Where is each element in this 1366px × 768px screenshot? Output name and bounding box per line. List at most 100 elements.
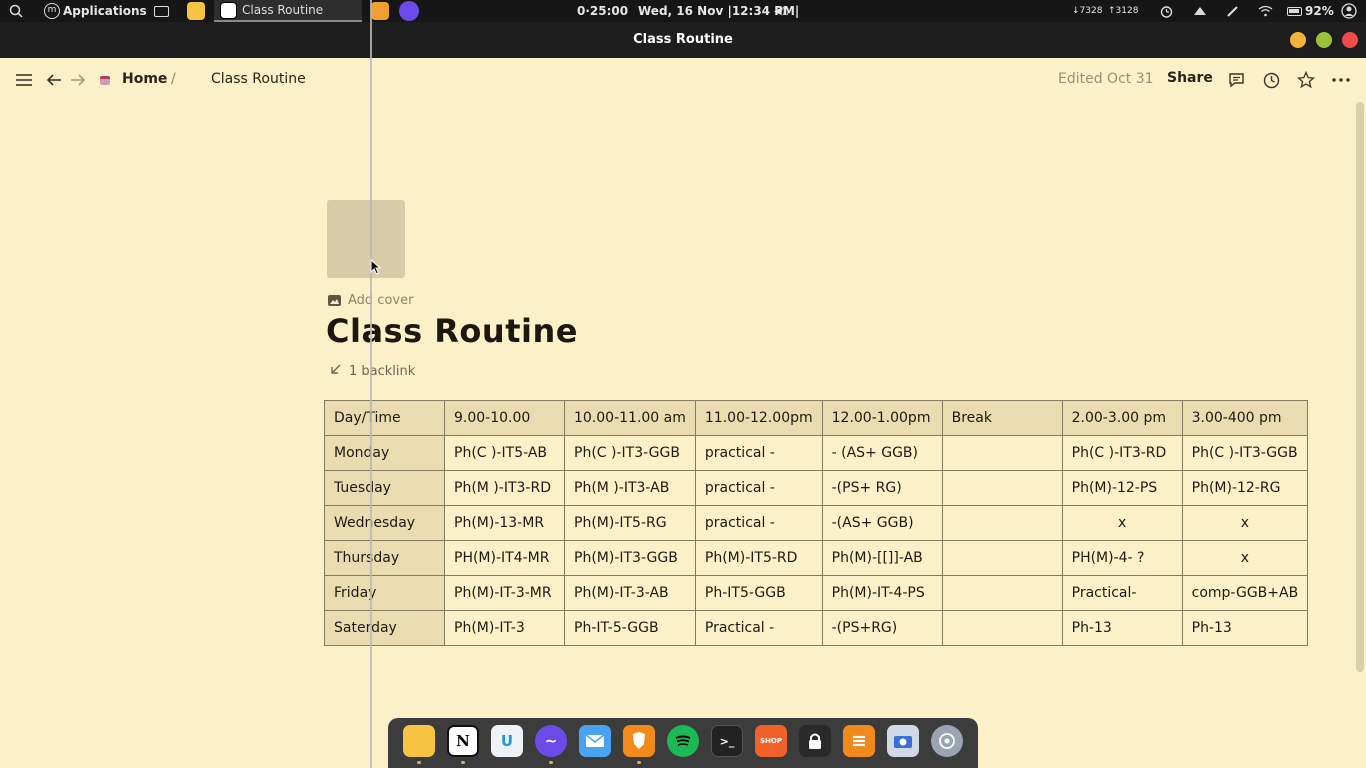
table-cell[interactable]: Practical- xyxy=(1061,575,1183,611)
table-cell[interactable]: -(AS+ GGB) xyxy=(821,505,943,541)
header-cell[interactable]: Break xyxy=(941,400,1063,436)
table-cell[interactable]: Ph(M)-IT-3-AB xyxy=(564,575,696,611)
user-avatar-icon[interactable] xyxy=(1341,0,1357,22)
taskbar-active-window[interactable]: Class Routine xyxy=(214,0,362,22)
spotify-dock-icon[interactable] xyxy=(667,725,699,757)
mail-dock-icon[interactable] xyxy=(579,725,611,757)
table-cell[interactable]: Ph(M )-IT3-AB xyxy=(564,470,696,506)
page-icon-placeholder[interactable] xyxy=(327,200,405,278)
lock-dock-icon[interactable] xyxy=(799,725,831,757)
breadcrumb-current[interactable]: Class Routine xyxy=(211,71,306,87)
show-desktop-icon[interactable] xyxy=(154,0,169,22)
table-cell[interactable]: practical - xyxy=(694,435,823,471)
files-taskbar-icon[interactable] xyxy=(187,0,205,22)
brave-dock-icon[interactable] xyxy=(623,725,655,757)
table-cell[interactable]: x xyxy=(1181,540,1309,576)
header-cell[interactable]: 2.00-3.00 pm xyxy=(1061,400,1183,436)
table-cell[interactable]: -(PS+ RG) xyxy=(821,470,943,506)
files-dock-icon[interactable] xyxy=(403,725,435,757)
table-cell[interactable]: Ph(M)-IT5-RD xyxy=(694,540,823,576)
header-cell[interactable]: Day/Time xyxy=(324,400,445,436)
screenshot-dock-icon[interactable] xyxy=(887,725,919,757)
day-cell[interactable]: Tuesday xyxy=(324,470,445,506)
header-cell[interactable]: 11.00-12.00pm xyxy=(694,400,823,436)
chevron-up-icon[interactable] xyxy=(1193,0,1207,22)
scrollbar-thumb[interactable] xyxy=(1356,102,1364,672)
favorite-star-icon[interactable] xyxy=(1296,70,1316,90)
brave-taskbar-icon[interactable] xyxy=(371,0,389,22)
more-options-icon[interactable] xyxy=(1331,70,1351,90)
notion-dock-icon[interactable]: N xyxy=(447,725,479,757)
page-title[interactable]: Class Routine xyxy=(326,312,578,350)
battery-indicator[interactable]: 92% xyxy=(1287,0,1334,22)
table-cell[interactable]: PH(M)-4- ? xyxy=(1061,540,1183,576)
back-arrow-icon[interactable] xyxy=(45,70,63,90)
header-cell[interactable]: 12.00-1.00pm xyxy=(821,400,943,436)
table-cell[interactable]: Ph(M)-IT-4-PS xyxy=(821,575,943,611)
header-cell[interactable]: 3.00-400 pm xyxy=(1181,400,1309,436)
table-cell[interactable]: Ph(M)-IT5-RG xyxy=(564,505,696,541)
table-cell[interactable]: Ph(M)-12-PS xyxy=(1061,470,1183,506)
table-cell[interactable]: Ph(C )-IT5-AB xyxy=(444,435,565,471)
table-cell[interactable]: x xyxy=(1061,505,1183,541)
table-cell[interactable]: Ph(M)-13-MR xyxy=(444,505,565,541)
table-cell[interactable]: Ph(M)-[[]]-AB xyxy=(821,540,943,576)
wifi-icon[interactable] xyxy=(1258,0,1273,22)
header-cell[interactable]: 10.00-11.00 am xyxy=(564,400,696,436)
settings-dock-icon[interactable] xyxy=(931,725,963,757)
breadcrumb-home[interactable]: Home xyxy=(122,71,167,87)
minimize-button[interactable] xyxy=(1290,32,1306,48)
table-cell[interactable]: Ph(M)-IT-3 xyxy=(444,610,565,646)
history-clock-icon[interactable] xyxy=(1262,70,1280,90)
day-cell[interactable]: Wednesday xyxy=(324,505,445,541)
upnote-dock-icon[interactable]: U xyxy=(491,725,523,757)
table-cell[interactable]: Ph-IT5-GGB xyxy=(694,575,823,611)
table-cell[interactable]: Ph(C )-IT3-RD xyxy=(1061,435,1183,471)
pomodoro-timer[interactable]: 0·25:00 xyxy=(577,0,628,22)
table-cell[interactable] xyxy=(941,575,1063,611)
table-cell[interactable]: Practical - xyxy=(694,610,823,646)
table-cell[interactable] xyxy=(941,505,1063,541)
volume-icon[interactable]: ◀)) xyxy=(774,0,790,22)
table-cell[interactable]: Ph(M)-12-RG xyxy=(1181,470,1309,506)
header-cell[interactable]: 9.00-10.00 xyxy=(444,400,565,436)
software-store-dock-icon[interactable]: SHOP xyxy=(755,725,787,757)
backlink-button[interactable]: 1 backlink xyxy=(330,363,415,379)
table-cell[interactable]: comp-GGB+AB xyxy=(1181,575,1309,611)
table-cell[interactable]: x xyxy=(1181,505,1309,541)
table-cell[interactable]: practical - xyxy=(694,505,823,541)
table-cell[interactable]: Ph-13 xyxy=(1181,610,1309,646)
day-cell[interactable]: Saterday xyxy=(324,610,445,646)
table-cell[interactable]: Ph(M)-IT3-GGB xyxy=(564,540,696,576)
table-cell[interactable] xyxy=(941,470,1063,506)
color-picker-icon[interactable] xyxy=(1226,0,1240,22)
share-button[interactable]: Share xyxy=(1167,70,1213,86)
table-cell[interactable] xyxy=(941,435,1063,471)
applications-menu[interactable]: m Applications xyxy=(44,0,147,22)
day-cell[interactable]: Thursday xyxy=(324,540,445,576)
edited-timestamp[interactable]: Edited Oct 31 xyxy=(1058,71,1154,87)
table-cell[interactable]: Ph-13 xyxy=(1061,610,1183,646)
table-cell[interactable]: Ph(M)-IT-3-MR xyxy=(444,575,565,611)
table-cell[interactable] xyxy=(941,610,1063,646)
search-icon[interactable] xyxy=(9,0,23,22)
table-cell[interactable]: - (AS+ GGB) xyxy=(821,435,943,471)
table-cell[interactable]: Ph-IT-5-GGB xyxy=(564,610,696,646)
sublime-dock-icon[interactable] xyxy=(843,725,875,757)
vertical-scrollbar[interactable] xyxy=(1355,102,1366,672)
tidal-taskbar-icon[interactable] xyxy=(399,0,419,22)
table-cell[interactable]: -(PS+RG) xyxy=(821,610,943,646)
terminal-dock-icon[interactable]: >_ xyxy=(711,725,743,757)
table-cell[interactable]: Ph(C )-IT3-GGB xyxy=(564,435,696,471)
close-button[interactable] xyxy=(1342,32,1358,48)
table-cell[interactable]: PH(M)-IT4-MR xyxy=(444,540,565,576)
alarm-icon[interactable] xyxy=(1159,0,1174,22)
tidal-dock-icon[interactable]: ~ xyxy=(535,725,567,757)
comment-icon[interactable] xyxy=(1227,70,1245,90)
table-cell[interactable] xyxy=(941,540,1063,576)
table-cell[interactable]: Ph(M )-IT3-RD xyxy=(444,470,565,506)
forward-arrow-icon[interactable] xyxy=(69,70,87,90)
maximize-button[interactable] xyxy=(1316,32,1332,48)
table-cell[interactable]: practical - xyxy=(694,470,823,506)
sidebar-menu-icon[interactable] xyxy=(15,70,33,90)
